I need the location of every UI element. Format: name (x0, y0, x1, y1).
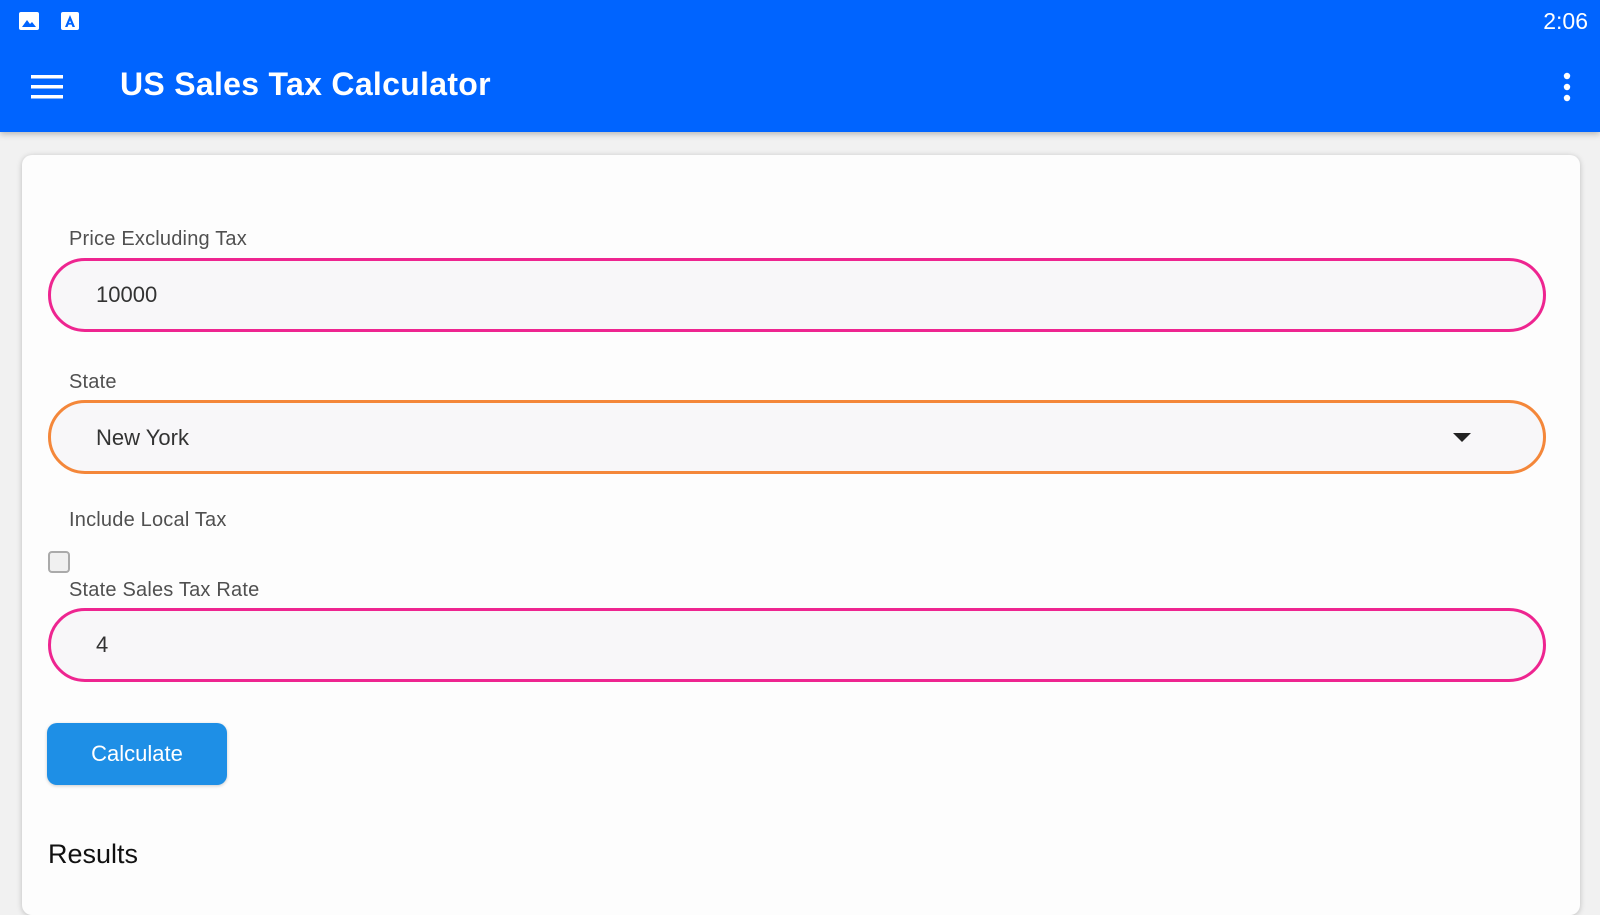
rate-input[interactable] (48, 608, 1546, 682)
local-tax-checkbox[interactable] (48, 551, 70, 573)
state-select-value: New York (96, 425, 189, 450)
price-input[interactable] (48, 258, 1546, 332)
calculate-button[interactable]: Calculate (47, 723, 227, 785)
local-tax-label: Include Local Tax (69, 509, 227, 531)
app-title: US Sales Tax Calculator (120, 66, 491, 102)
photo-icon (18, 10, 40, 32)
status-bar: 2:06 (0, 0, 1600, 44)
dropdown-arrow-icon (1453, 433, 1471, 442)
status-time: 2:06 (1543, 8, 1588, 34)
results-heading: Results (48, 839, 139, 869)
a-letter-icon (59, 10, 81, 32)
state-select[interactable]: New York (48, 400, 1546, 474)
more-vertical-icon[interactable] (1552, 66, 1582, 108)
app-bar: 2:06 US Sales Tax Calculator (0, 0, 1600, 132)
rate-label: State Sales Tax Rate (69, 579, 260, 601)
price-label: Price Excluding Tax (69, 228, 247, 250)
state-label: State (69, 371, 117, 393)
toolbar: US Sales Tax Calculator (0, 44, 1600, 132)
hamburger-menu-icon[interactable] (26, 66, 68, 108)
calculator-card: Price Excluding Tax State New York Inclu… (22, 155, 1580, 915)
